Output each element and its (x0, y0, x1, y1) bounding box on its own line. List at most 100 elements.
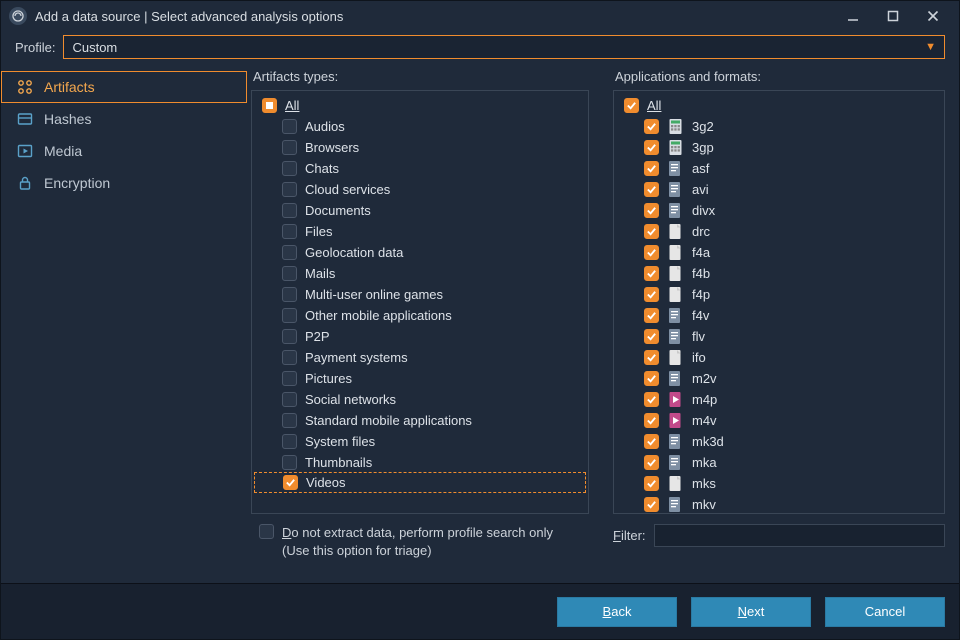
artifact-row[interactable]: Audios (254, 116, 586, 137)
sidebar-item-media[interactable]: Media (1, 135, 247, 167)
app-row[interactable]: f4v (616, 305, 942, 326)
artifact-row[interactable]: Pictures (254, 368, 586, 389)
checkbox[interactable] (644, 497, 659, 512)
artifact-row[interactable]: Social networks (254, 389, 586, 410)
app-row[interactable]: ifo (616, 347, 942, 368)
close-button[interactable] (913, 2, 953, 30)
artifact-row[interactable]: Geolocation data (254, 242, 586, 263)
filter-input[interactable] (654, 524, 945, 547)
checkbox[interactable] (282, 434, 297, 449)
checkbox[interactable] (282, 266, 297, 281)
checkbox[interactable] (644, 266, 659, 281)
artifact-row[interactable]: Videos (254, 472, 586, 493)
sidebar-item-encryption[interactable]: Encryption (1, 167, 247, 199)
app-label: drc (692, 224, 710, 239)
apps-list[interactable]: All3g23gpasfavidivx drc f4af4bf4pf4vflvifo… (613, 90, 945, 514)
checkbox[interactable] (262, 98, 277, 113)
checkbox[interactable] (644, 140, 659, 155)
artifact-label: P2P (305, 329, 330, 344)
app-row[interactable]: 3g2 (616, 116, 942, 137)
checkbox[interactable] (644, 224, 659, 239)
artifact-row[interactable]: Thumbnails (254, 452, 586, 473)
artifact-row[interactable]: Browsers (254, 137, 586, 158)
artifact-label: Documents (305, 203, 371, 218)
checkbox[interactable] (283, 475, 298, 490)
checkbox[interactable] (282, 287, 297, 302)
checkbox[interactable] (624, 98, 639, 113)
checkbox[interactable] (282, 308, 297, 323)
app-row[interactable]: drc (616, 221, 942, 242)
checkbox[interactable] (644, 182, 659, 197)
next-button[interactable]: Next (691, 597, 811, 627)
app-row[interactable]: m4p (616, 389, 942, 410)
app-row[interactable]: f4b (616, 263, 942, 284)
checkbox[interactable] (644, 245, 659, 260)
checkbox[interactable] (644, 308, 659, 323)
checkbox[interactable] (644, 476, 659, 491)
checkbox[interactable] (644, 203, 659, 218)
app-row-all[interactable]: All (616, 95, 942, 116)
artifacts-list[interactable]: AllAudiosBrowsersChatsCloud services Docu… (251, 90, 589, 514)
artifact-row[interactable]: Other mobile applications (254, 305, 586, 326)
app-row[interactable]: mk3d (616, 431, 942, 452)
checkbox[interactable] (644, 413, 659, 428)
app-row[interactable]: f4a (616, 242, 942, 263)
checkbox[interactable] (644, 350, 659, 365)
app-icon (9, 7, 27, 25)
checkbox[interactable] (644, 392, 659, 407)
checkbox[interactable] (282, 371, 297, 386)
artifact-row[interactable]: Files (254, 221, 586, 242)
artifact-row[interactable]: Multi-user online games (254, 284, 586, 305)
app-row[interactable]: divx (616, 200, 942, 221)
artifact-row[interactable]: Cloud services (254, 179, 586, 200)
maximize-button[interactable] (873, 2, 913, 30)
artifact-row[interactable]: Payment systems (254, 347, 586, 368)
app-row[interactable]: mks (616, 473, 942, 494)
checkbox[interactable] (282, 119, 297, 134)
checkbox[interactable] (282, 413, 297, 428)
checkbox[interactable] (282, 224, 297, 239)
checkbox[interactable] (282, 329, 297, 344)
app-row[interactable]: mka (616, 452, 942, 473)
checkbox[interactable] (282, 140, 297, 155)
checkbox[interactable] (644, 434, 659, 449)
checkbox[interactable] (644, 371, 659, 386)
checkbox[interactable] (644, 161, 659, 176)
app-row[interactable]: mkv (616, 494, 942, 514)
artifact-row-all[interactable]: All (254, 95, 586, 116)
checkbox[interactable] (282, 203, 297, 218)
artifact-row[interactable]: Standard mobile applications (254, 410, 586, 431)
checkbox[interactable] (644, 287, 659, 302)
artifact-label: Other mobile applications (305, 308, 452, 323)
checkbox[interactable] (282, 392, 297, 407)
app-row[interactable]: m2v (616, 368, 942, 389)
checkbox[interactable] (644, 329, 659, 344)
minimize-button[interactable] (833, 2, 873, 30)
checkbox[interactable] (644, 455, 659, 470)
sidebar-item-hashes[interactable]: Hashes (1, 103, 247, 135)
profile-select[interactable]: Custom ▼ (63, 35, 945, 59)
checkbox[interactable] (282, 182, 297, 197)
artifact-row[interactable]: Documents (254, 200, 586, 221)
checkbox[interactable] (282, 455, 297, 470)
app-row[interactable]: flv (616, 326, 942, 347)
file-icon (667, 244, 684, 261)
sidebar-item-artifacts[interactable]: Artifacts (1, 71, 247, 103)
window-title: Add a data source | Select advanced anal… (35, 9, 833, 24)
app-row[interactable]: 3gp (616, 137, 942, 158)
app-row[interactable]: f4p (616, 284, 942, 305)
checkbox[interactable] (282, 350, 297, 365)
artifact-row[interactable]: System files (254, 431, 586, 452)
artifact-row[interactable]: Mails (254, 263, 586, 284)
back-button[interactable]: Back (557, 597, 677, 627)
cancel-button[interactable]: Cancel (825, 597, 945, 627)
checkbox[interactable] (644, 119, 659, 134)
app-row[interactable]: asf (616, 158, 942, 179)
artifact-row[interactable]: Chats (254, 158, 586, 179)
triage-checkbox[interactable] (259, 524, 274, 539)
app-row[interactable]: avi (616, 179, 942, 200)
app-row[interactable]: m4v (616, 410, 942, 431)
checkbox[interactable] (282, 245, 297, 260)
checkbox[interactable] (282, 161, 297, 176)
artifact-row[interactable]: P2P (254, 326, 586, 347)
